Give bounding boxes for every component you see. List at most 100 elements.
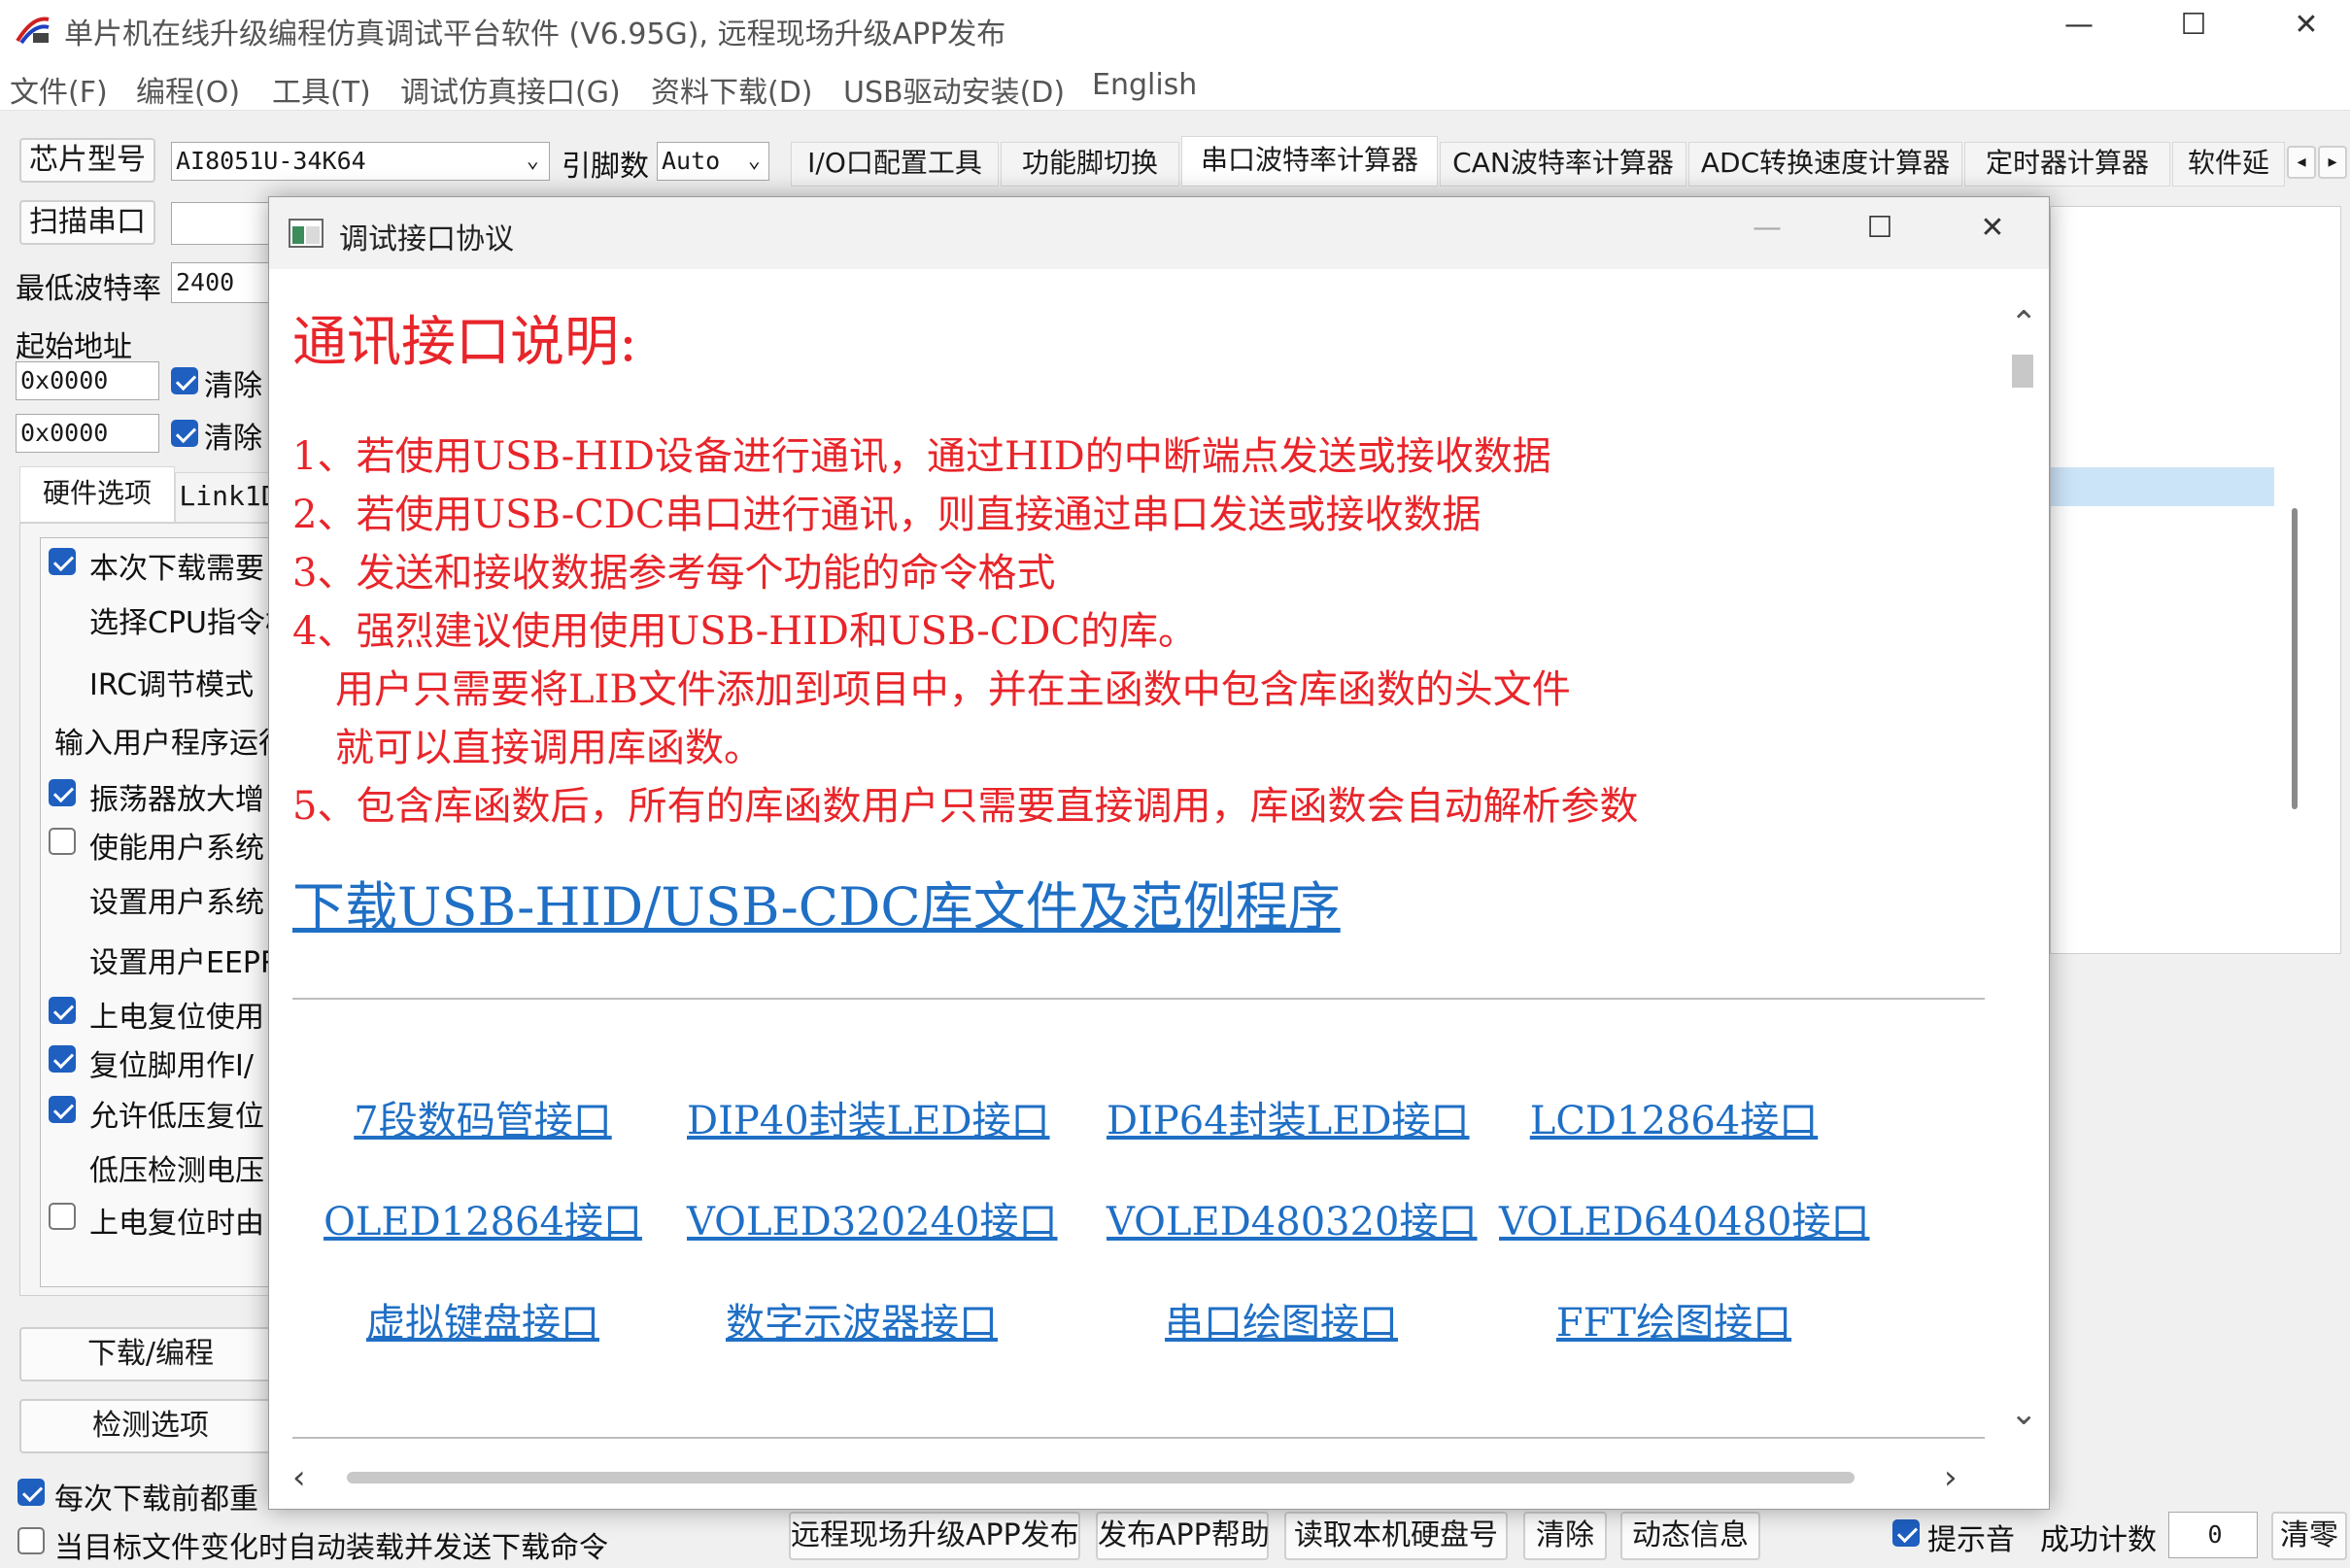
tab-scroll-right-icon[interactable]: ▸ — [2318, 146, 2347, 179]
horizontal-scroll-thumb[interactable] — [347, 1472, 1855, 1483]
link-lcd12864[interactable]: LCD12864接口 — [1499, 1089, 1849, 1145]
start-address-label: 起始地址 — [16, 330, 132, 364]
option-label-11: 低压检测电压 — [89, 1154, 264, 1188]
dialog-vertical-scrollbar[interactable]: ⌃ ⌄ — [2004, 304, 2043, 1460]
publish-help-button[interactable]: 发布APP帮助 — [1096, 1512, 1270, 1560]
minimize-button[interactable]: — — [2050, 8, 2108, 42]
pin-count-value: Auto — [662, 147, 721, 175]
link-voled640480[interactable]: VOLED640480接口 — [1499, 1190, 1870, 1246]
auto-load-checkbox[interactable] — [17, 1527, 45, 1554]
link-voled320240[interactable]: VOLED320240接口 — [687, 1190, 1058, 1246]
publish-app-button[interactable]: 远程现场升级APP发布 — [789, 1512, 1080, 1560]
menu-file[interactable]: 文件(F) — [10, 68, 108, 111]
chip-model-value: AI8051U-34K64 — [176, 147, 366, 175]
info-line-2: 2、若使用USB-CDC串口进行通讯，则直接通过串口发送或接收数据 — [292, 493, 1482, 537]
reset-count-button[interactable]: 清零 — [2271, 1512, 2347, 1560]
clear-checkbox-2[interactable] — [171, 420, 198, 447]
tab-link1d[interactable]: Link1D — [175, 472, 282, 523]
menu-english[interactable]: English — [1092, 68, 1197, 102]
menu-tools[interactable]: 工具(T) — [272, 68, 371, 111]
tab-hardware-options[interactable]: 硬件选项 — [19, 466, 175, 523]
dialog-heading: 通讯接口说明: — [292, 311, 637, 374]
clear-checkbox-1[interactable] — [171, 367, 198, 394]
tab-io-config[interactable]: I/O口配置工具 — [791, 142, 999, 187]
option-label-2: IRC调节模式 — [89, 668, 255, 702]
tab-software-delay[interactable]: 软件延 — [2172, 142, 2285, 187]
tab-scroll-left-icon[interactable]: ◂ — [2287, 146, 2316, 179]
download-program-button[interactable]: 下载/编程 — [19, 1327, 282, 1381]
info-line-1: 1、若使用USB-HID设备进行通讯，通过HID的中断端点发送或接收数据 — [292, 434, 1551, 479]
link-virtual-keyboard[interactable]: 虚拟键盘接口 — [308, 1291, 658, 1347]
scan-port-button[interactable]: 扫描串口 — [19, 200, 155, 245]
link-fft-plot[interactable]: FFT绘图接口 — [1499, 1291, 1849, 1347]
scroll-left-icon[interactable]: ‹ — [292, 1458, 306, 1497]
pin-count-label: 引脚数 — [562, 150, 649, 184]
option-checkbox-9[interactable] — [49, 1045, 76, 1073]
chevron-down-icon: ⌄ — [747, 149, 761, 173]
option-label-1: 选择CPU指令模 — [89, 606, 294, 640]
tab-can-baud-calc[interactable]: CAN波特率计算器 — [1440, 142, 1686, 187]
beep-checkbox[interactable] — [1892, 1519, 1920, 1547]
menu-usb-driver[interactable]: USB驱动安装(D) — [843, 68, 1065, 111]
link-uart-plot[interactable]: 串口绘图接口 — [1107, 1291, 1456, 1347]
dialog-maximize-button[interactable]: ☐ — [1851, 211, 1909, 245]
link-7seg[interactable]: 7段数码管接口 — [308, 1089, 658, 1145]
option-checkbox-8[interactable] — [49, 997, 76, 1024]
link-dip40-led[interactable]: DIP40封装LED接口 — [687, 1089, 1050, 1145]
menu-debug-interface[interactable]: 调试仿真接口(G) — [400, 68, 621, 111]
scroll-down-icon[interactable]: ⌄ — [2010, 1394, 2038, 1433]
info-line-4: 4、强烈建议使用使用USB-HID和USB-CDC的库。 — [292, 609, 1198, 654]
info-line-7: 5、包含库函数后，所有的库函数用户只需要直接调用，库函数会自动解析参数 — [292, 784, 1639, 829]
read-disk-id-button[interactable]: 读取本机硬盘号 — [1284, 1512, 1508, 1560]
pin-count-select[interactable]: Auto ⌄ — [657, 142, 769, 181]
info-line-6: 就可以直接调用库函数。 — [335, 726, 763, 770]
maximize-button[interactable]: ☐ — [2164, 8, 2223, 42]
divider — [292, 998, 1985, 1000]
link-oled12864[interactable]: OLED12864接口 — [308, 1190, 658, 1246]
selected-row[interactable] — [2051, 467, 2274, 506]
menu-program[interactable]: 编程(O) — [136, 68, 240, 111]
clear-label-1: 清除 — [204, 369, 262, 403]
tab-pin-switch[interactable]: 功能脚切换 — [1001, 142, 1179, 187]
scroll-up-icon[interactable]: ⌃ — [2010, 304, 2038, 343]
reload-checkbox[interactable] — [17, 1479, 45, 1506]
dialog-horizontal-scrollbar[interactable]: ‹ › — [292, 1458, 1963, 1497]
download-library-link[interactable]: 下载USB-HID/USB-CDC库文件及范例程序 — [292, 864, 1341, 940]
menu-downloads[interactable]: 资料下载(D) — [651, 68, 813, 111]
tab-uart-baud-calc[interactable]: 串口波特率计算器 — [1181, 136, 1438, 187]
link-voled480320[interactable]: VOLED480320接口 — [1107, 1190, 1478, 1246]
option-label-8: 上电复位使用 — [89, 1001, 264, 1035]
title-bar: 单片机在线升级编程仿真调试平台软件 (V6.95G), 远程现场升级APP发布 … — [0, 0, 2350, 60]
link-digital-oscilloscope[interactable]: 数字示波器接口 — [687, 1291, 1037, 1347]
tab-adc-speed-calc[interactable]: ADC转换速度计算器 — [1688, 142, 1962, 187]
info-line-3: 3、发送和接收数据参考每个功能的命令格式 — [292, 551, 1056, 596]
option-checkbox-4[interactable] — [49, 779, 76, 806]
port-select[interactable] — [171, 202, 278, 245]
option-checkbox-12[interactable] — [49, 1203, 76, 1230]
option-label-4: 振荡器放大增 — [89, 783, 264, 817]
dialog-minimize-button[interactable]: — — [1738, 211, 1796, 245]
dialog-close-button[interactable]: ✕ — [1963, 211, 2022, 245]
clear-button[interactable]: 清除 — [1523, 1512, 1607, 1560]
link-dip64-led[interactable]: DIP64封装LED接口 — [1107, 1089, 1470, 1145]
option-label-9: 复位脚用作I/ — [89, 1049, 254, 1083]
close-button[interactable]: ✕ — [2277, 8, 2335, 42]
option-checkbox-5[interactable] — [49, 828, 76, 855]
min-baud-field[interactable]: 2400 — [171, 262, 278, 303]
debug-interface-dialog: 调试接口协议 — ☐ ✕ 通讯接口说明: 1、若使用USB-HID设备进行通讯，… — [268, 196, 2050, 1510]
detect-options-button[interactable]: 检测选项 — [19, 1399, 282, 1453]
option-checkbox-0[interactable] — [49, 548, 76, 575]
info-line-5: 用户只需要将LIB文件添加到项目中，并在主函数中包含库函数的头文件 — [335, 667, 1571, 712]
chip-model-select[interactable]: AI8051U-34K64 ⌄ — [171, 142, 550, 181]
tab-timer-calc[interactable]: 定时器计算器 — [1964, 142, 2170, 187]
dynamic-info-button[interactable]: 动态信息 — [1620, 1512, 1760, 1560]
option-label-6: 设置用户系统 — [89, 886, 264, 920]
option-checkbox-10[interactable] — [49, 1096, 76, 1123]
start-address-field-2[interactable]: 0x0000 — [16, 414, 159, 453]
start-address-field-1[interactable]: 0x0000 — [16, 361, 159, 400]
chip-model-button[interactable]: 芯片型号 — [19, 138, 155, 183]
scroll-right-icon[interactable]: › — [1944, 1458, 1958, 1497]
vertical-scrollbar[interactable] — [2292, 508, 2298, 809]
app-logo-icon — [16, 17, 50, 45]
scroll-thumb[interactable] — [2012, 355, 2033, 388]
